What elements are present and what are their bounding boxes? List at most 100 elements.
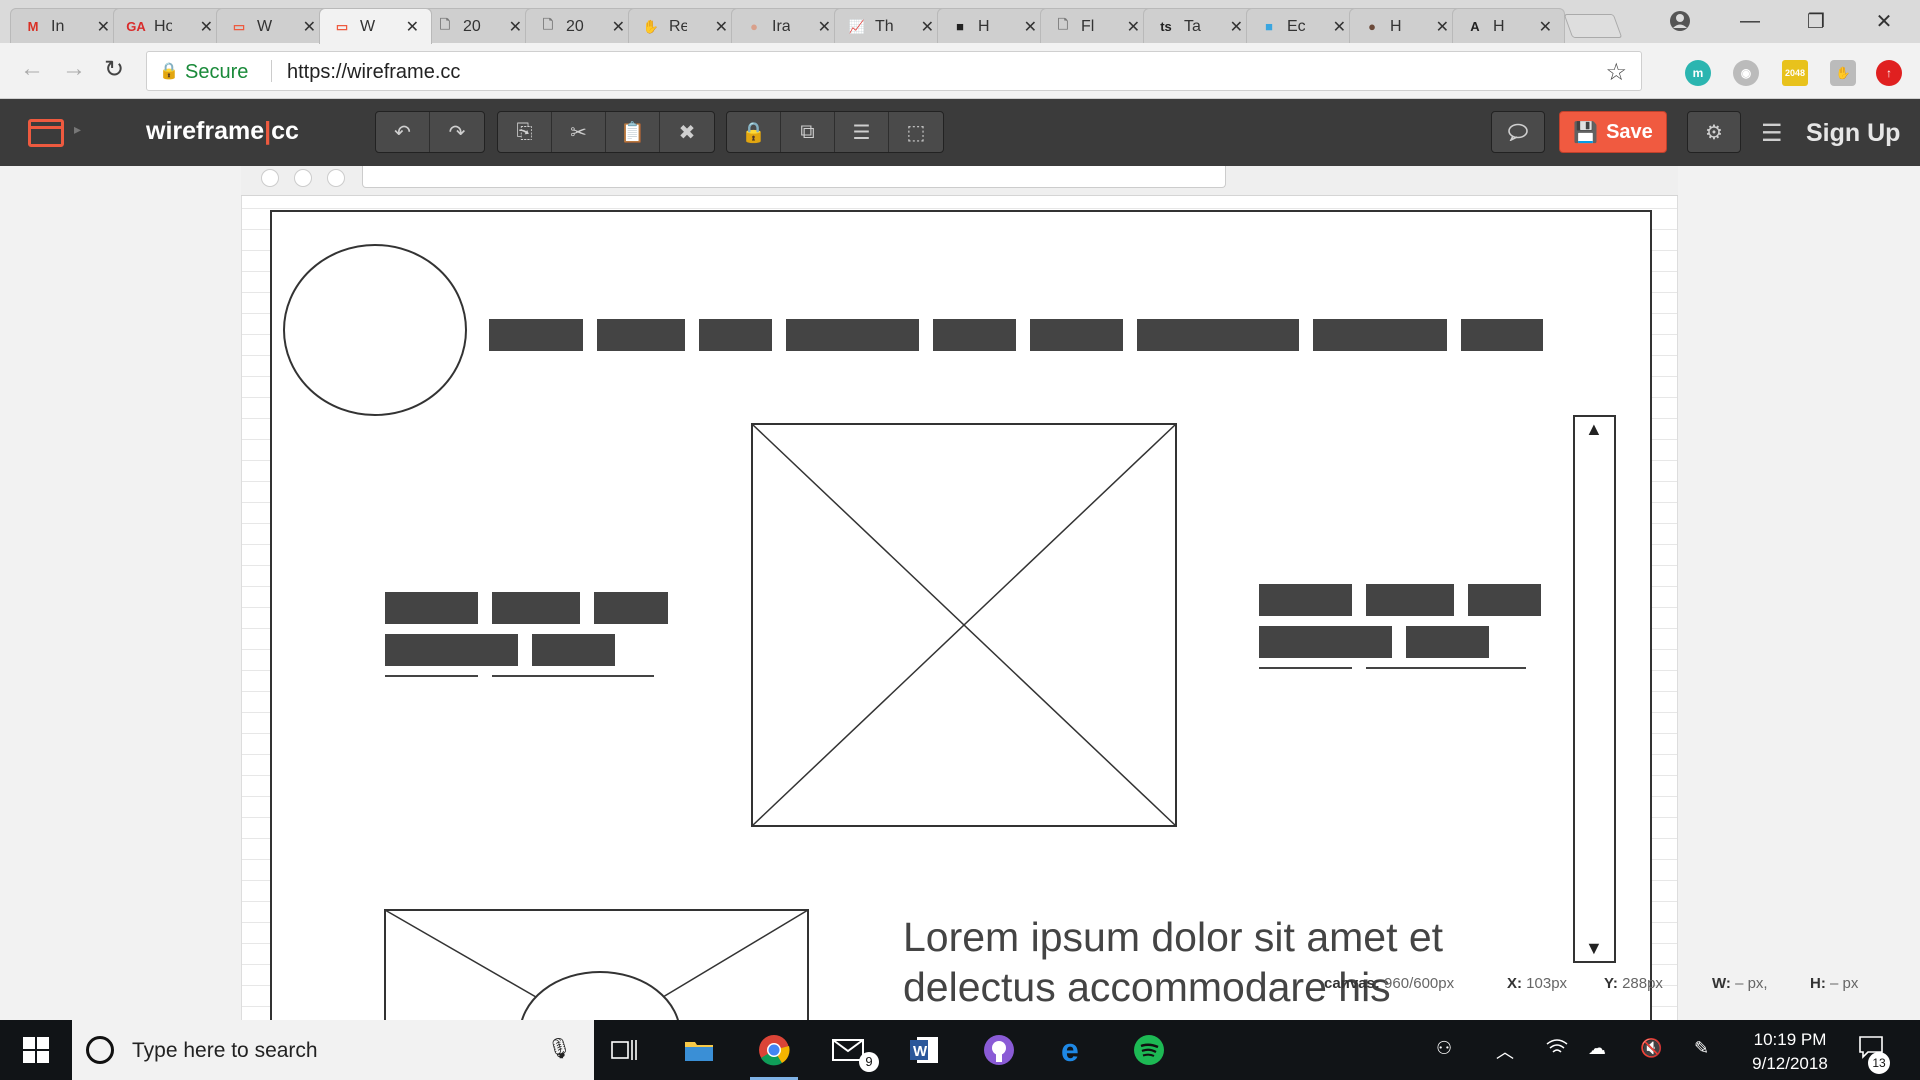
scrollbar-widget[interactable]: ▲ ▼ [1573, 415, 1616, 963]
word-icon[interactable]: W [894, 1026, 954, 1074]
start-button[interactable] [0, 1020, 72, 1080]
extension-update-icon[interactable]: ↑ [1876, 60, 1902, 86]
scroll-down-arrow-icon[interactable]: ▼ [1585, 938, 1603, 959]
tab-close-icon[interactable]: ✕ [921, 17, 934, 37]
delete-button[interactable]: ✖ [660, 112, 714, 152]
browser-tab[interactable]: 📈 Th ✕ [834, 8, 947, 44]
extension-2048-icon[interactable]: 2048 [1782, 60, 1808, 86]
app-menu-icon[interactable] [28, 119, 64, 147]
chrome-icon[interactable] [744, 1026, 804, 1080]
bookmark-star-icon[interactable]: ☆ [1605, 58, 1627, 87]
tab-close-icon[interactable]: ✕ [303, 17, 316, 37]
omnibox[interactable]: 🔒 Secure https://wireframe.cc ☆ [146, 51, 1642, 91]
browser-tab[interactable]: ● Ira ✕ [731, 8, 844, 44]
save-button[interactable]: 💾 Save [1559, 111, 1667, 153]
url-text[interactable]: https://wireframe.cc [287, 61, 460, 84]
tab-close-icon[interactable]: ✕ [715, 17, 728, 37]
browser-tab[interactable]: A H ✕ [1452, 8, 1565, 44]
undo-button[interactable]: ↶ [376, 112, 430, 152]
bring-front-button[interactable]: ⧉ [781, 112, 835, 152]
settings-button[interactable]: ⚙ [1687, 111, 1741, 153]
mock-browser-chrome [241, 166, 1678, 196]
browser-tab[interactable]: 🗋 20 ✕ [422, 8, 535, 44]
notification-count-badge: 13 [1868, 1052, 1890, 1074]
tab-close-icon[interactable]: ✕ [1127, 17, 1140, 37]
doc-icon: 🗋 [542, 16, 554, 32]
tab-close-icon[interactable]: ✕ [200, 17, 213, 37]
taskbar-search-box[interactable]: Type here to search 🎙 [72, 1020, 594, 1080]
spotify-icon[interactable] [1119, 1026, 1179, 1074]
extension-puzzle-icon[interactable]: ✋ [1830, 60, 1856, 86]
forward-arrow-icon[interactable]: → [62, 55, 86, 83]
onedrive-cloud-icon[interactable]: ☁ [1588, 1038, 1606, 1059]
wireframe-canvas[interactable]: Lorem ipsum dolor sit amet et delectus a… [270, 210, 1652, 1020]
tab-close-icon[interactable]: ✕ [818, 17, 831, 37]
volume-muted-icon[interactable]: 🔇 [1640, 1038, 1662, 1059]
wifi-icon[interactable] [1546, 1038, 1568, 1061]
align-button[interactable]: ☰ [835, 112, 889, 152]
profile-icon[interactable] [1660, 6, 1700, 36]
github-icon[interactable] [969, 1026, 1029, 1074]
tab-close-icon[interactable]: ✕ [1024, 17, 1037, 37]
mail-icon[interactable]: 9 [819, 1026, 879, 1074]
browser-tab[interactable]: M In ✕ [10, 8, 123, 44]
x-readout: X: 103px [1507, 975, 1568, 992]
taskbar-clock[interactable]: 10:19 PM 9/12/2018 [1740, 1028, 1840, 1076]
cut-button[interactable]: ✂ [552, 112, 606, 152]
copy-button[interactable]: ⎘ [498, 112, 552, 152]
tab-close-icon[interactable]: ✕ [97, 17, 110, 37]
browser-tab[interactable]: ■ Ec ✕ [1246, 8, 1359, 44]
redo-button[interactable]: ↷ [430, 112, 484, 152]
browser-tab[interactable]: ts Ta ✕ [1143, 8, 1256, 44]
sign-up-link[interactable]: Sign Up [1806, 119, 1900, 148]
hero-image-placeholder [751, 423, 1177, 827]
browser-tab[interactable]: ▭ W ✕ [216, 8, 329, 44]
text-block [594, 592, 668, 624]
browser-tab[interactable]: GA Ho ✕ [113, 8, 226, 44]
people-icon[interactable]: ⚇ [1436, 1038, 1452, 1059]
browser-tab[interactable]: ✋ Re ✕ [628, 8, 741, 44]
paste-button[interactable]: 📋 [606, 112, 660, 152]
caret-right-icon[interactable]: ▸ [74, 121, 81, 138]
tab-title: W [257, 17, 273, 35]
show-hidden-icons-chevron-icon[interactable]: ︿ [1496, 1038, 1514, 1064]
browser-tab[interactable]: ● H ✕ [1349, 8, 1462, 44]
tab-close-icon[interactable]: ✕ [406, 17, 419, 37]
minimize-window-icon[interactable]: — [1730, 6, 1770, 36]
select-all-button[interactable]: ⬚ [889, 112, 943, 152]
mock-window-dot [294, 169, 312, 187]
tab-close-icon[interactable]: ✕ [1333, 17, 1346, 37]
file-explorer-icon[interactable] [669, 1026, 729, 1074]
hamburger-menu-icon[interactable]: ☰ [1761, 119, 1783, 148]
close-window-icon[interactable]: ✕ [1864, 6, 1904, 36]
nav-block [1461, 319, 1543, 351]
browser-tab[interactable]: ■ H ✕ [937, 8, 1050, 44]
tab-close-icon[interactable]: ✕ [1230, 17, 1243, 37]
new-tab-button[interactable] [1563, 14, 1623, 38]
lock-button[interactable]: 🔒 [727, 112, 781, 152]
edge-icon[interactable]: e [1044, 1026, 1104, 1074]
pen-icon[interactable]: ✎ [1694, 1038, 1709, 1059]
extension-eye-icon[interactable]: ◉ [1733, 60, 1759, 86]
browser-tab[interactable]: 🗋 Fl ✕ [1040, 8, 1153, 44]
doc-icon: 🗋 [439, 16, 451, 32]
scroll-up-arrow-icon[interactable]: ▲ [1585, 419, 1603, 440]
tab-close-icon[interactable]: ✕ [1539, 17, 1552, 37]
comment-button[interactable] [1491, 111, 1545, 153]
browser-tab[interactable]: 🗋 20 ✕ [525, 8, 638, 44]
back-arrow-icon[interactable]: ← [20, 55, 44, 83]
brand-logo[interactable]: wireframe|cc [146, 117, 299, 146]
extension-m-icon[interactable]: m [1685, 60, 1711, 86]
tab-title: 20 [463, 17, 481, 35]
tab-title: Ira [772, 17, 790, 35]
task-view-icon[interactable] [594, 1026, 654, 1074]
browser-tab[interactable]: ▭ W ✕ [319, 8, 432, 44]
microphone-icon[interactable]: 🎙 [547, 1036, 572, 1061]
secure-label: Secure [185, 61, 249, 83]
tab-close-icon[interactable]: ✕ [1436, 17, 1449, 37]
wireframe-icon: ▭ [335, 18, 349, 34]
tab-close-icon[interactable]: ✕ [509, 17, 522, 37]
tab-close-icon[interactable]: ✕ [612, 17, 625, 37]
restore-window-icon[interactable]: ❐ [1796, 6, 1836, 36]
reload-icon[interactable]: ↻ [104, 55, 124, 84]
